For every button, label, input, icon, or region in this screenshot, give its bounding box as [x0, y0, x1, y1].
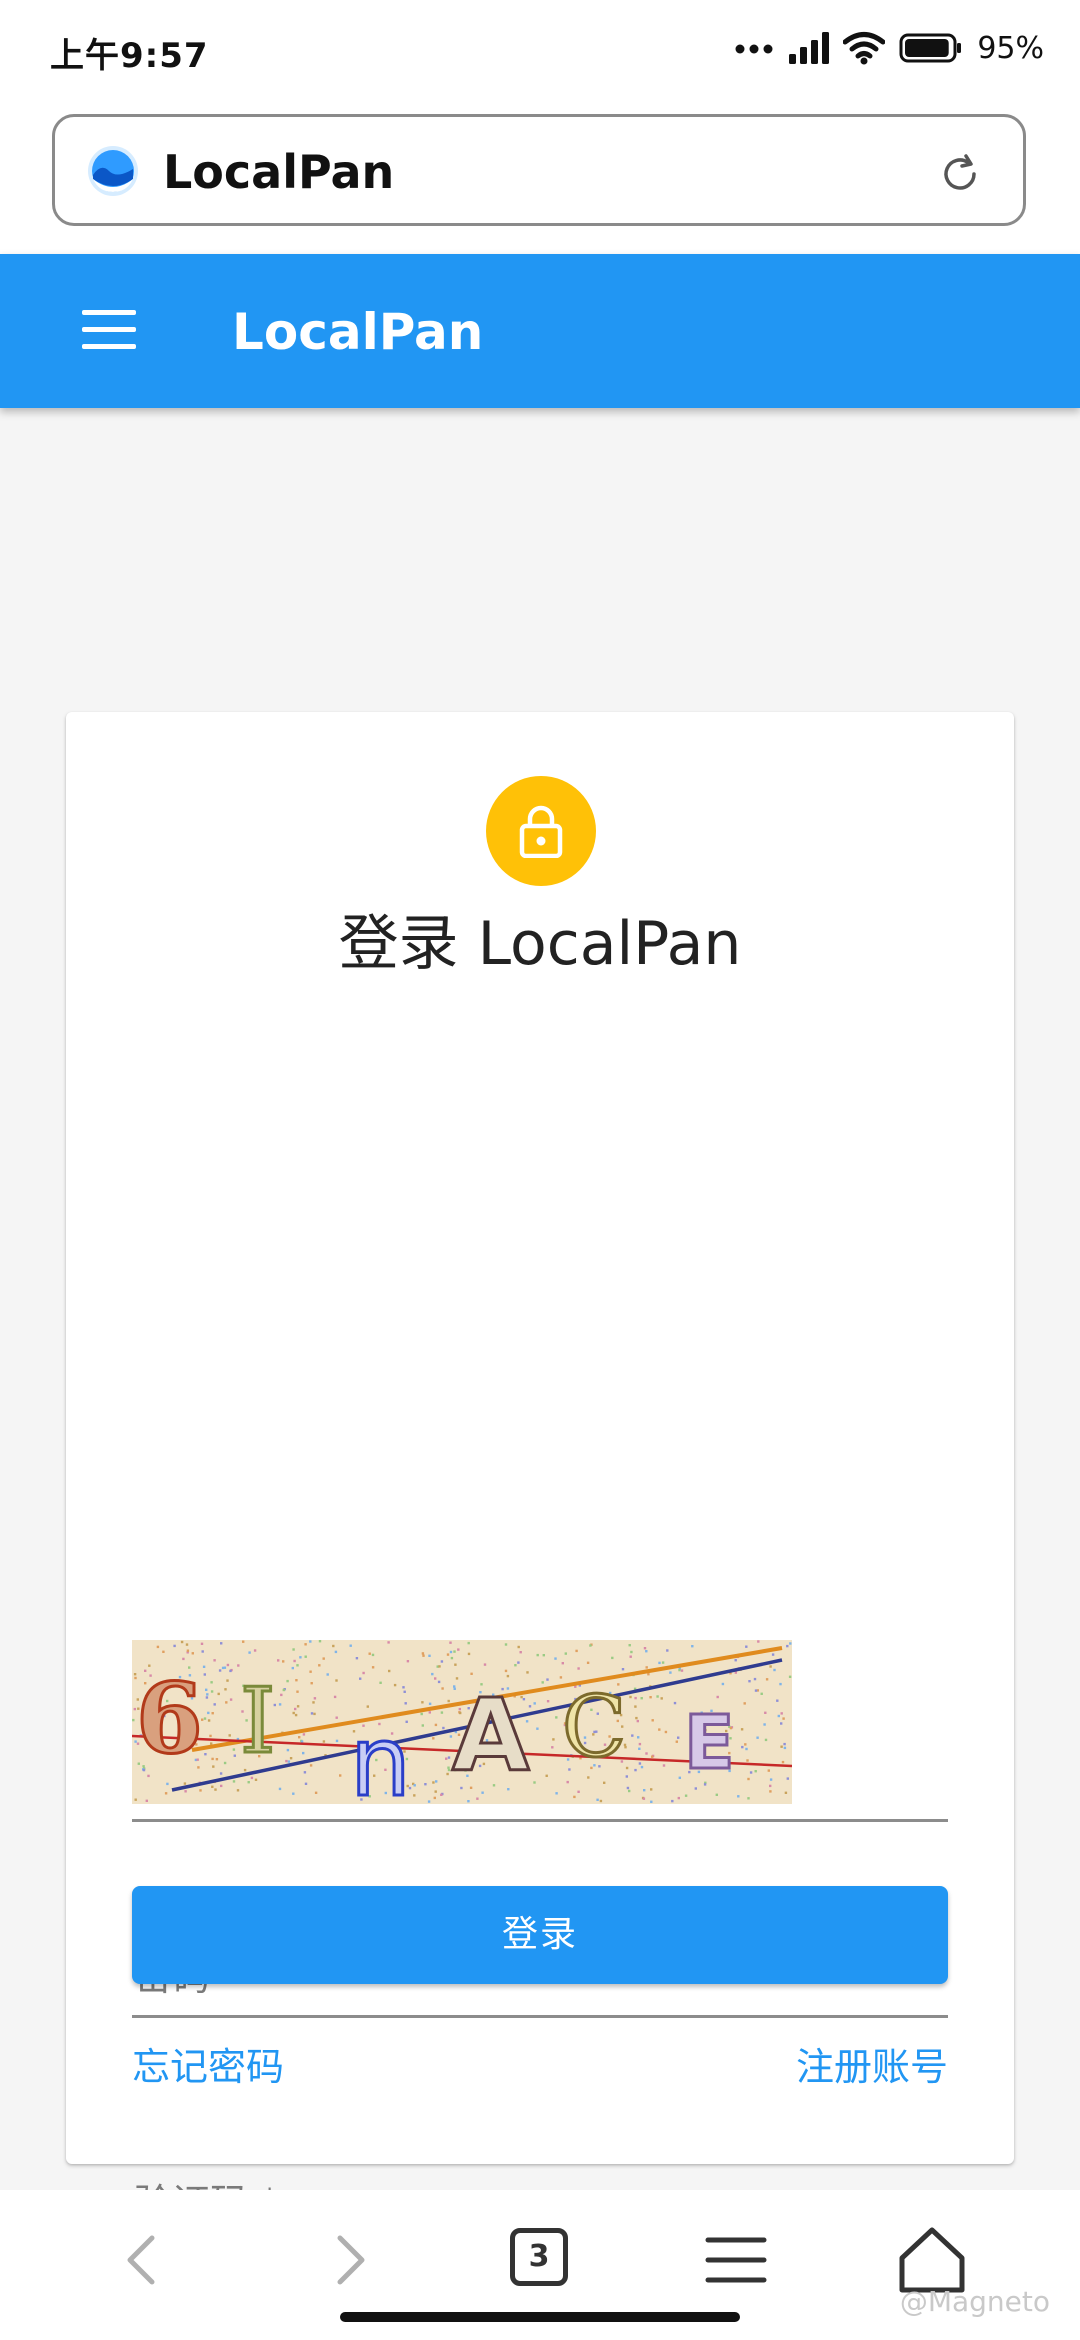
lock-icon	[519, 805, 563, 858]
localpan-logo-icon	[88, 146, 138, 196]
lock-avatar	[486, 776, 596, 886]
captcha-image[interactable]: 6 I n A C E	[132, 1640, 792, 1804]
home-indicator[interactable]	[340, 2312, 740, 2322]
forgot-password-link[interactable]: 忘记密码	[132, 2042, 284, 2092]
wifi-icon	[843, 32, 886, 65]
back-arrow-icon[interactable]	[104, 2220, 184, 2300]
menu-icon[interactable]	[82, 310, 136, 352]
login-button[interactable]: 登录	[132, 1886, 948, 1984]
signal-icon	[789, 32, 830, 64]
forward-arrow-icon[interactable]	[308, 2220, 388, 2300]
login-title: 登录 LocalPan	[338, 909, 742, 979]
app-bar: LocalPan	[0, 254, 1080, 408]
browser-toolbar: LocalPan	[0, 96, 1080, 254]
more-dots-icon	[735, 44, 773, 54]
register-link[interactable]: 注册账号	[796, 2042, 948, 2092]
svg-text:6: 6	[136, 1662, 203, 1775]
svg-text:I: I	[240, 1669, 276, 1774]
tabs-button[interactable]: 3	[510, 2228, 568, 2286]
watermark: @Magneto	[899, 2285, 1050, 2318]
battery-percent: 95%	[977, 30, 1044, 66]
svg-text:C: C	[562, 1678, 626, 1776]
address-text: LocalPan	[163, 145, 395, 199]
battery-icon	[899, 33, 962, 63]
login-card: 登录 LocalPan 6 I n A C E 登录 忘记密码 注册账号	[66, 712, 1014, 2244]
address-bar[interactable]: LocalPan	[52, 114, 1026, 226]
captcha-picture: 6 I n A C E	[132, 1640, 792, 1804]
svg-text:n: n	[350, 1706, 411, 1804]
reload-icon[interactable]	[939, 153, 981, 195]
browser-bottom-nav: 3 @Magneto	[0, 2190, 1080, 2340]
menu-icon[interactable]	[696, 2220, 776, 2300]
status-bar: 上午9:57 95%	[0, 0, 1080, 96]
svg-text:A: A	[452, 1677, 529, 1794]
app-title: LocalPan	[232, 303, 484, 361]
status-time: 上午9:57	[50, 36, 209, 76]
status-icons: 95%	[735, 28, 1044, 68]
svg-text:E: E	[684, 1700, 735, 1786]
